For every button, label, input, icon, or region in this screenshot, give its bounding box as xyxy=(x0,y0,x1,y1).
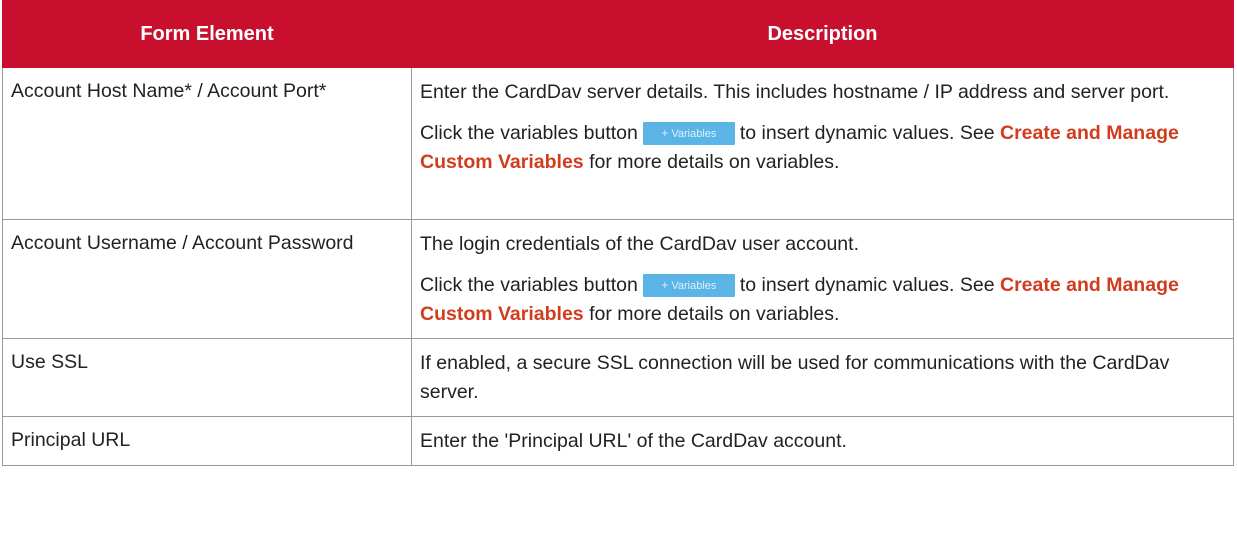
row-element-name: Use SSL xyxy=(2,338,412,417)
table-row: Use SSL If enabled, a secure SSL connect… xyxy=(2,338,1234,417)
table-row: Account Username / Account Password The … xyxy=(2,219,1234,339)
row-description: The login credentials of the CardDav use… xyxy=(411,219,1234,339)
row-element-name: Principal URL xyxy=(2,416,412,466)
table-header-row: Form Element Description xyxy=(2,0,1234,68)
description-text: Enter the CardDav server details. This i… xyxy=(420,81,1170,103)
text-segment: for more details on variables. xyxy=(589,151,840,173)
row-element-name: Account Username / Account Password xyxy=(2,219,412,339)
text-segment: for more details on variables. xyxy=(589,303,840,325)
plus-icon: + xyxy=(661,278,669,292)
description-text: The login credentials of the CardDav use… xyxy=(420,233,859,255)
variables-button[interactable]: + Variables xyxy=(642,122,735,145)
variables-button-label: Variables xyxy=(671,128,717,140)
table-row: Account Host Name* / Account Port* Enter… xyxy=(2,67,1234,220)
form-elements-table: Form Element Description Account Host Na… xyxy=(2,0,1234,466)
plus-icon: + xyxy=(661,126,669,140)
variables-button[interactable]: + Variables xyxy=(642,274,735,297)
row-description: Enter the CardDav server details. This i… xyxy=(411,67,1234,220)
variables-button-label: Variables xyxy=(671,280,717,292)
text-segment: to insert dynamic values. See xyxy=(739,274,995,296)
description-variables-text: Click the variables button + Variables to i… xyxy=(420,271,1225,329)
row-description: Enter the 'Principal URL' of the CardDav… xyxy=(411,416,1234,466)
text-segment: to insert dynamic values. See xyxy=(739,122,995,144)
table-row: Principal URL Enter the 'Principal URL' … xyxy=(2,416,1234,466)
text-segment: Click the variables button xyxy=(420,274,638,296)
row-element-name: Account Host Name* / Account Port* xyxy=(2,67,412,220)
description-text: Enter the 'Principal URL' of the CardDav… xyxy=(420,430,847,452)
text-segment: Click the variables button xyxy=(420,122,638,144)
description-text: If enabled, a secure SSL connection will… xyxy=(420,352,1170,403)
row-description: If enabled, a secure SSL connection will… xyxy=(411,338,1234,417)
header-form-element: Form Element xyxy=(2,0,412,68)
header-description: Description xyxy=(411,0,1234,68)
description-variables-text: Click the variables button + Variables to i… xyxy=(420,119,1225,177)
